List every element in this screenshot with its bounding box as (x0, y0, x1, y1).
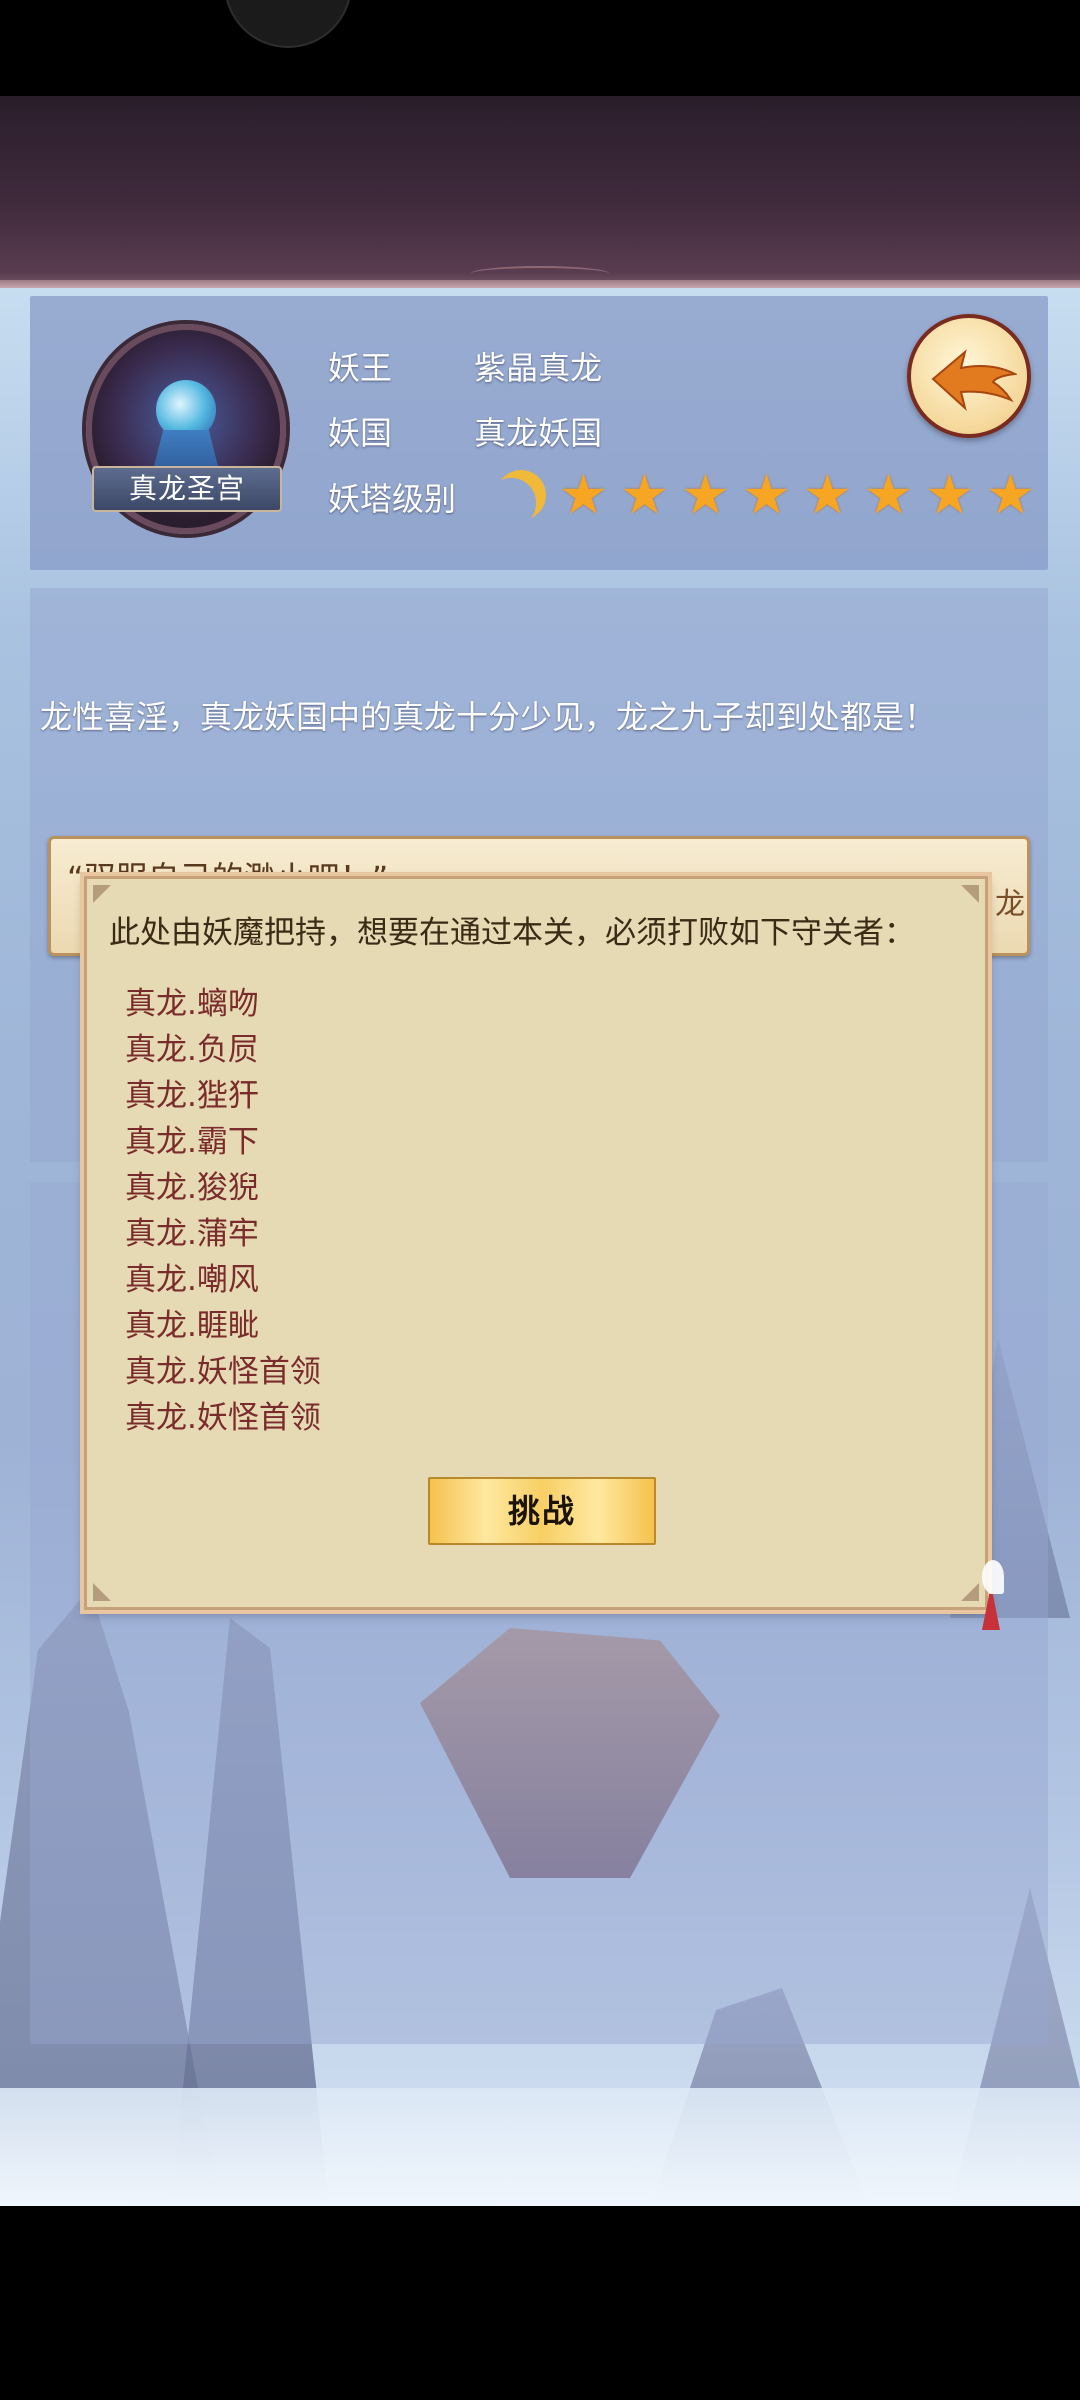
info-value: 紫晶真龙 (474, 349, 603, 387)
emblem-label: 真龙圣宫 (92, 466, 282, 512)
info-value: 真龙妖国 (474, 414, 603, 452)
star-icon: ★ (925, 463, 974, 526)
kingdom-description: 龙性喜淫，真龙妖国中的真龙十分少见，龙之九子却到处都是！ (40, 698, 937, 736)
guardian-item: 真龙.蒲牢 (125, 1216, 259, 1252)
floating-app-icon[interactable] (224, 0, 352, 48)
star-icon: ★ (681, 463, 730, 526)
info-row-kingdom: 妖国 真龙妖国 (328, 408, 602, 454)
star-icon: ★ (986, 463, 1035, 526)
dialog-title: 此处由妖魔把持，想要在通过本关，必须打败如下守关者： (109, 915, 915, 951)
star-icon: ★ (864, 463, 913, 526)
guardian-list: 真龙.螭吻 真龙.负屃 真龙.狴犴 真龙.霸下 真龙.狻猊 真龙.蒲牢 真龙.嘲… (125, 981, 321, 1441)
top-frame (0, 96, 1080, 288)
guardian-item: 真龙.嘲风 (125, 1262, 259, 1298)
tower-level-stars: ★ ★ ★ ★ ★ ★ ★ ★ (556, 468, 1038, 523)
status-bar (0, 0, 1080, 96)
guardian-item: 真龙.妖怪首领 (125, 1400, 321, 1436)
guardian-item: 真龙.霸下 (125, 1124, 259, 1160)
fairy-sprite (960, 1560, 1010, 1640)
info-row-tower-level: 妖塔级别 (328, 474, 464, 520)
star-icon: ★ (620, 463, 669, 526)
star-icon: ★ (803, 463, 852, 526)
guardian-item: 真龙.狻猊 (125, 1170, 259, 1206)
star-icon: ★ (742, 463, 791, 526)
cloud-sea (0, 2088, 1080, 2206)
guardian-item: 真龙.狴犴 (125, 1078, 259, 1114)
info-row-king: 妖王 紫晶真龙 (328, 343, 602, 389)
info-label: 妖王 (328, 349, 393, 387)
star-icon: ★ (559, 463, 608, 526)
guardian-item: 真龙.睚眦 (125, 1308, 259, 1344)
guardian-dialog: 此处由妖魔把持，想要在通过本关，必须打败如下守关者： 真龙.螭吻 真龙.负屃 真… (84, 876, 988, 1610)
back-button[interactable] (907, 314, 1031, 438)
guardian-item: 真龙.螭吻 (125, 986, 259, 1022)
guardian-item: 真龙.妖怪首领 (125, 1354, 321, 1390)
info-label: 妖塔级别 (328, 480, 457, 518)
challenge-button[interactable]: 挑战 (428, 1477, 656, 1545)
back-arrow-icon (931, 349, 1017, 411)
info-label: 妖国 (328, 414, 393, 452)
quote-edge-char: 龙 (995, 887, 1025, 922)
guardian-item: 真龙.负屃 (125, 1032, 259, 1068)
frame-ornament (470, 266, 610, 282)
